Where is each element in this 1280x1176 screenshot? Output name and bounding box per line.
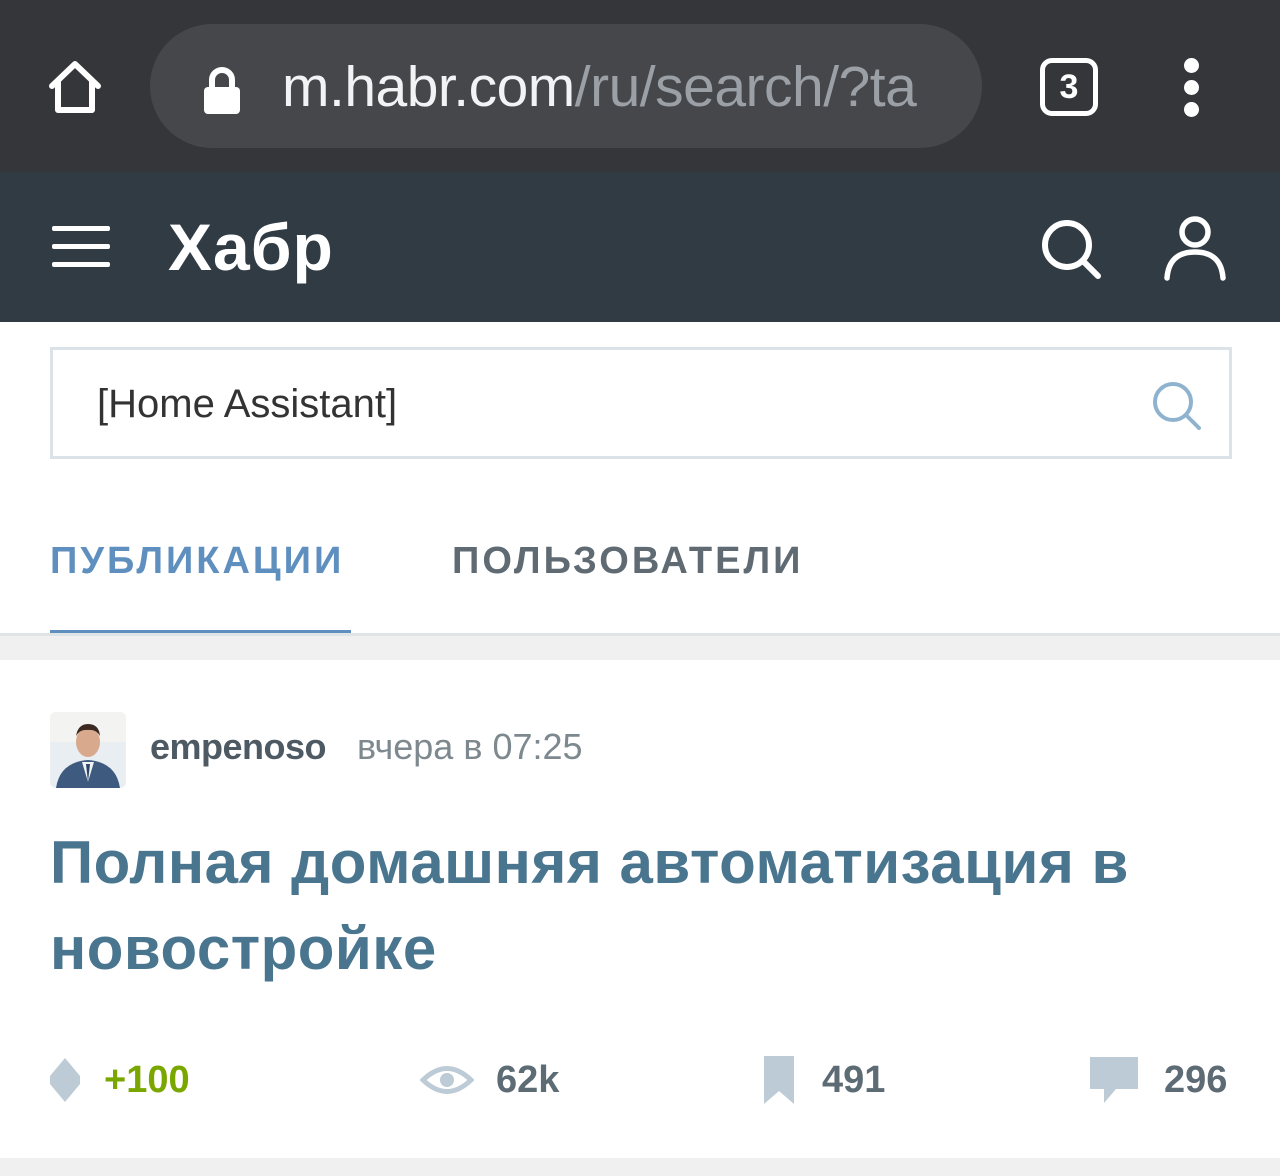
post-card: empenoso вчера в 07:25 Полная домашняя а… (0, 660, 1280, 1158)
search-input[interactable] (97, 370, 1097, 438)
views-stat: 62k (420, 1048, 559, 1112)
site-header: Хабр (0, 172, 1280, 322)
section-separator (0, 1158, 1280, 1176)
tab-users[interactable]: ПОЛЬЗОВАТЕЛИ (452, 534, 803, 588)
more-vert-icon[interactable] (1166, 52, 1220, 122)
comments-stat[interactable]: 296 (1088, 1048, 1227, 1112)
avatar[interactable] (50, 712, 126, 788)
address-bar[interactable]: m.habr.com/ru/search/?ta (150, 24, 982, 148)
author-name[interactable]: empenoso (150, 722, 327, 772)
bookmarks-stat[interactable]: 491 (762, 1048, 885, 1112)
rating-icon (50, 1058, 80, 1102)
search-form (50, 347, 1232, 459)
menu-icon[interactable] (50, 218, 112, 276)
section-separator (0, 636, 1280, 660)
site-logo[interactable]: Хабр (168, 204, 334, 290)
rating-stat: +100 (48, 1048, 190, 1112)
comment-icon (1090, 1057, 1138, 1103)
url-path: /ru/search/?ta (574, 55, 917, 119)
url-text[interactable]: m.habr.com/ru/search/?ta (282, 52, 962, 122)
eye-icon (420, 1066, 474, 1094)
post-title[interactable]: Полная домашняя автоматизация в новостро… (50, 820, 1230, 992)
home-button[interactable] (40, 52, 110, 122)
url-host: m.habr.com (282, 55, 575, 119)
post-time: вчера в 07:25 (357, 726, 583, 767)
search-submit-icon[interactable] (1149, 378, 1205, 434)
lock-icon (204, 67, 240, 114)
bookmark-icon (764, 1056, 794, 1104)
comments-value: 296 (1164, 1059, 1228, 1101)
search-icon[interactable] (1036, 214, 1106, 284)
tab-switcher-button[interactable]: 3 (1040, 58, 1098, 116)
views-value: 62k (496, 1059, 560, 1101)
tab-publications[interactable]: ПУБЛИКАЦИИ (50, 534, 344, 588)
rating-value: +100 (104, 1059, 190, 1101)
home-icon (49, 61, 101, 113)
user-icon[interactable] (1160, 212, 1230, 284)
browser-toolbar: m.habr.com/ru/search/?ta 3 (0, 0, 1280, 172)
bookmarks-value: 491 (822, 1059, 886, 1101)
search-tabs: ПУБЛИКАЦИИ ПОЛЬЗОВАТЕЛИ (0, 500, 1280, 636)
